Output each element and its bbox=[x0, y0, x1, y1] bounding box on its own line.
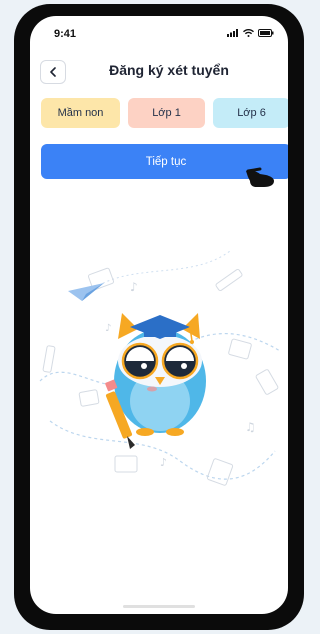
chip-mam-non[interactable]: Mầm non bbox=[41, 98, 120, 128]
status-icons bbox=[227, 29, 274, 37]
svg-text:♪: ♪ bbox=[130, 280, 138, 294]
status-time: 9:41 bbox=[54, 28, 77, 40]
status-bar: 9:41 bbox=[30, 16, 288, 52]
chevron-left-icon bbox=[50, 67, 56, 77]
level-chips: Mầm non Lớp 1 Lớp 6 bbox=[41, 98, 288, 128]
hand-pointer-icon bbox=[246, 167, 274, 187]
owl-illustration: ♪ ♫ ♪ ♪ bbox=[39, 250, 281, 486]
header: Đăng ký xét tuyển bbox=[30, 56, 288, 88]
home-indicator bbox=[123, 605, 195, 608]
svg-text:♪: ♪ bbox=[160, 456, 167, 469]
signal-icon bbox=[227, 29, 238, 37]
chip-lop-1[interactable]: Lớp 1 bbox=[128, 98, 205, 128]
wifi-icon bbox=[243, 29, 254, 37]
battery-icon bbox=[258, 29, 274, 37]
svg-text:♪: ♪ bbox=[105, 323, 111, 334]
svg-text:♫: ♫ bbox=[245, 420, 256, 434]
chip-lop-6[interactable]: Lớp 6 bbox=[213, 98, 288, 128]
page-title: Đăng ký xét tuyển bbox=[109, 62, 229, 78]
back-button[interactable] bbox=[40, 60, 66, 84]
app-screen: 9:41 Đăng ký xét tuyển Mầm non Lớp 1 Lớp… bbox=[30, 16, 288, 614]
